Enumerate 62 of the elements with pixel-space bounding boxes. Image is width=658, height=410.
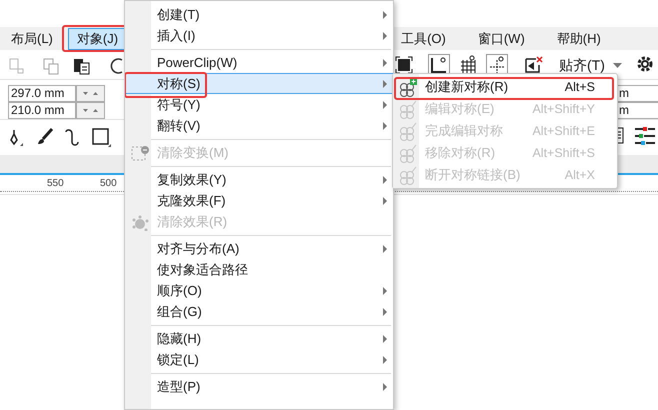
symmetry-icon xyxy=(399,144,417,163)
spinner-icon xyxy=(76,85,105,102)
menu-item[interactable]: 创建(T) xyxy=(125,4,393,25)
paste-icon[interactable] xyxy=(72,56,92,76)
menu-item[interactable]: PowerClip(W) xyxy=(125,52,393,73)
submenu-arrow-icon xyxy=(383,32,387,40)
guidelines-icon[interactable] xyxy=(486,54,508,76)
symmetry-icon xyxy=(399,100,417,119)
menu-item[interactable]: 组合(G) xyxy=(125,301,393,322)
spinner-icon xyxy=(76,102,105,119)
submenu-arrow-icon xyxy=(383,245,387,253)
submenu-arrow-icon xyxy=(383,335,387,343)
menu-item[interactable]: 复制效果(Y) xyxy=(125,169,393,190)
submenu-arrow-icon xyxy=(383,176,387,184)
submenu-arrow-icon xyxy=(383,59,387,67)
size-field[interactable]: 297.0 mm xyxy=(8,85,76,102)
submenu-arrow-icon xyxy=(383,101,387,109)
menu-item[interactable]: 插入(I) xyxy=(125,25,393,46)
menu-item[interactable]: 顺序(O) xyxy=(125,280,393,301)
submenu-arrow-icon xyxy=(383,80,387,88)
sliders-icon[interactable] xyxy=(634,126,656,146)
submenu-arrow-icon xyxy=(383,122,387,130)
snap-button[interactable]: 贴齐(T) xyxy=(555,53,626,77)
grid-icon[interactable] xyxy=(458,55,478,75)
menu-item[interactable]: 帮助(H) xyxy=(548,28,610,50)
symmetry-icon xyxy=(399,166,417,185)
menu-item[interactable]: 锁定(L) xyxy=(125,349,393,370)
ruler-icon[interactable] xyxy=(428,54,450,76)
ruler-label: 500 xyxy=(100,177,117,191)
submenu-arrow-icon xyxy=(383,287,387,295)
submenu-arrow-icon xyxy=(383,197,387,205)
menu-item[interactable]: 窗口(W) xyxy=(468,28,534,50)
size-field[interactable]: 210.0 mm xyxy=(8,102,76,119)
menu-item[interactable]: 造型(P) xyxy=(125,376,393,397)
size-field[interactable]: m xyxy=(615,102,658,119)
undo-icon[interactable] xyxy=(110,56,124,76)
rectangle-icon[interactable] xyxy=(92,128,112,148)
menu-item[interactable]: 翻转(V) xyxy=(125,115,393,136)
menu-item[interactable]: 隐藏(H) xyxy=(125,328,393,349)
symmetry-icon xyxy=(399,78,417,97)
menu-item[interactable]: 创建新对称(R) Alt+S xyxy=(393,76,617,98)
symmetry-icon xyxy=(399,122,417,141)
ruler-label: 550 xyxy=(47,177,64,191)
brush-icon[interactable] xyxy=(36,128,54,146)
caret-icon xyxy=(612,62,622,68)
pen-icon[interactable] xyxy=(8,128,24,148)
submenu-arrow-icon xyxy=(383,308,387,316)
menu-item[interactable]: 工具(O) xyxy=(392,28,455,50)
submenu-arrow-icon xyxy=(383,383,387,391)
menu-item[interactable]: 符号(Y) xyxy=(125,94,393,115)
size-field[interactable]: m xyxy=(615,85,658,102)
menu-item[interactable]: 克隆效果(F) xyxy=(125,190,393,211)
dashed-square-icon xyxy=(131,146,149,162)
snap-off-icon[interactable] xyxy=(524,55,544,75)
burst-icon xyxy=(131,215,149,231)
fullscreen-icon[interactable] xyxy=(395,56,413,74)
submenu-arrow-icon xyxy=(383,356,387,364)
submenu-arrow-icon xyxy=(383,11,387,19)
menu-item[interactable]: 布局(L) xyxy=(2,28,62,50)
menu-item[interactable]: 对齐与分布(A) xyxy=(125,238,393,259)
spiral-icon[interactable] xyxy=(64,128,80,148)
menu-item[interactable]: 使对象适合路径 xyxy=(125,259,393,280)
